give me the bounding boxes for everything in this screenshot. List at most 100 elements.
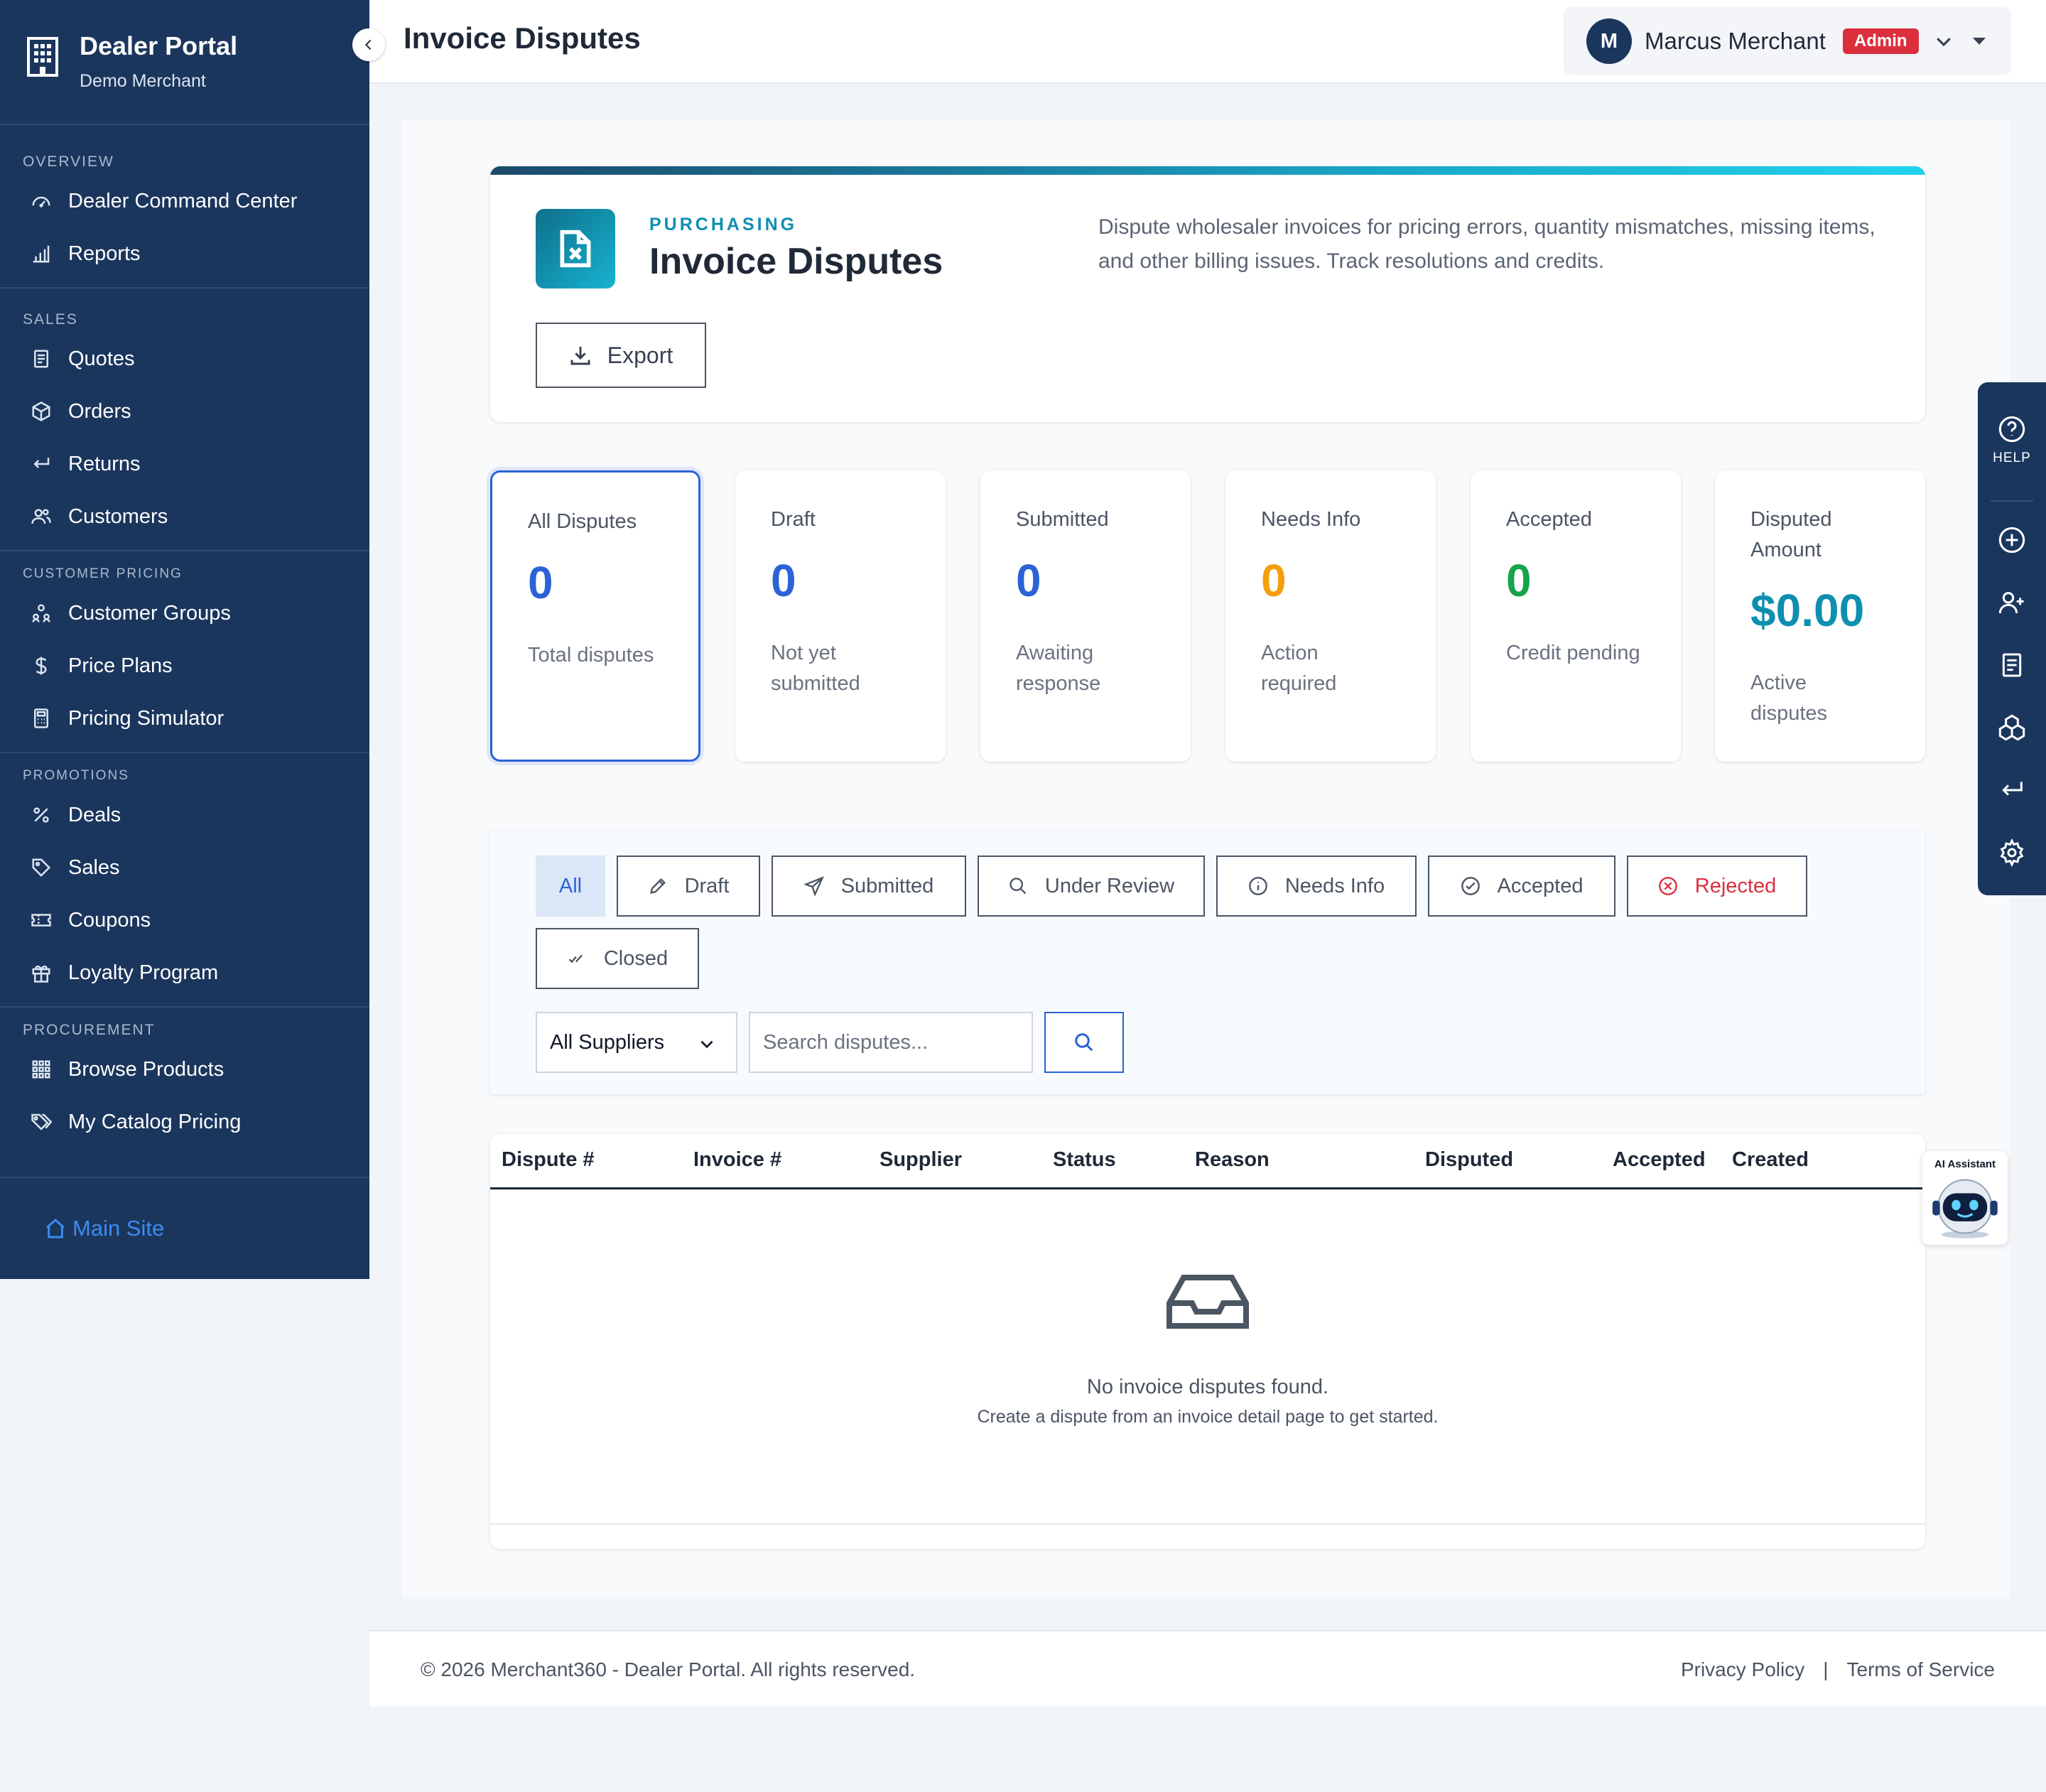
footer-separator: | bbox=[1823, 1658, 1829, 1680]
caret-down-icon[interactable] bbox=[1972, 38, 1986, 45]
stat-card-needs-info[interactable]: Needs Info 0 Action required bbox=[1225, 470, 1436, 762]
filter-tab-all[interactable]: All bbox=[536, 855, 605, 917]
user-name: Marcus Merchant bbox=[1645, 28, 1826, 54]
nav-group-sales: SALES Quotes Orders Returns Customers bbox=[0, 307, 369, 551]
rail-add-user-button[interactable] bbox=[1978, 588, 2046, 617]
info-icon bbox=[1249, 877, 1267, 895]
sidebar-item-browse-products[interactable]: Browse Products bbox=[0, 1043, 369, 1096]
sidebar-item-quotes[interactable]: Quotes bbox=[0, 333, 369, 385]
filter-tab-rejected[interactable]: Rejected bbox=[1627, 855, 1807, 917]
sidebar-item-command-center[interactable]: Dealer Command Center bbox=[0, 175, 369, 227]
column-header-accepted[interactable]: Accepted bbox=[1613, 1148, 1706, 1172]
sidebar-item-pricing-simulator[interactable]: Pricing Simulator bbox=[0, 692, 369, 745]
search-button[interactable] bbox=[1044, 1012, 1124, 1073]
page-footer: © 2026 Merchant360 - Dealer Portal. All … bbox=[369, 1630, 2046, 1707]
sidebar-item-deals[interactable]: Deals bbox=[0, 789, 369, 841]
stat-card-accepted[interactable]: Accepted 0 Credit pending bbox=[1471, 470, 1681, 762]
stat-label: Accepted bbox=[1506, 508, 1592, 531]
column-header-supplier[interactable]: Supplier bbox=[879, 1148, 962, 1172]
column-header-dispute[interactable]: Dispute # bbox=[502, 1148, 595, 1172]
rail-return-button[interactable] bbox=[1978, 776, 2046, 804]
filter-tab-label: Under Review bbox=[1044, 874, 1175, 897]
stat-sublabel: Action required bbox=[1261, 642, 1337, 695]
filter-tab-draft[interactable]: Draft bbox=[617, 855, 760, 917]
filter-panel: All Draft Submitted Under Review Needs I… bbox=[490, 831, 1925, 1094]
box-icon bbox=[32, 401, 50, 421]
column-header-created[interactable]: Created bbox=[1732, 1148, 1809, 1172]
sidebar-item-orders[interactable]: Orders bbox=[0, 385, 369, 438]
filter-tab-needs-info[interactable]: Needs Info bbox=[1216, 855, 1417, 917]
sidebar-item-coupons[interactable]: Coupons bbox=[0, 894, 369, 946]
hero-accent-bar bbox=[490, 166, 1925, 175]
stat-card-draft[interactable]: Draft 0 Not yet submitted bbox=[735, 470, 946, 762]
document-icon bbox=[2002, 653, 2022, 677]
rail-settings-button[interactable] bbox=[1978, 838, 2046, 867]
stat-label: Draft bbox=[771, 508, 816, 531]
privacy-policy-link[interactable]: Privacy Policy bbox=[1681, 1658, 1804, 1681]
filter-tab-submitted[interactable]: Submitted bbox=[772, 855, 966, 917]
column-header-invoice[interactable]: Invoice # bbox=[693, 1148, 781, 1172]
sidebar-item-label: Loyalty Program bbox=[68, 961, 219, 984]
sidebar-item-customers[interactable]: Customers bbox=[0, 490, 369, 543]
terms-of-service-link[interactable]: Terms of Service bbox=[1847, 1658, 1996, 1681]
filter-tab-closed[interactable]: Closed bbox=[536, 928, 699, 989]
user-menu[interactable]: M Marcus Merchant Admin bbox=[1564, 7, 2011, 75]
stat-value: $0.00 bbox=[1750, 585, 1865, 636]
rail-add-button[interactable] bbox=[1978, 526, 2046, 554]
empty-state-title: No invoice disputes found. bbox=[1086, 1376, 1329, 1398]
ai-assistant-button[interactable]: AI Assistant bbox=[1922, 1151, 2008, 1245]
column-header-disputed[interactable]: Disputed bbox=[1425, 1148, 1513, 1172]
main-site-label: Main Site bbox=[72, 1216, 165, 1241]
filter-tab-under-review[interactable]: Under Review bbox=[978, 855, 1205, 917]
footer-copyright: © 2026 Merchant360 - Dealer Portal. All … bbox=[421, 1658, 916, 1680]
stat-sublabel: Credit pending bbox=[1506, 642, 1640, 664]
rail-document-button[interactable] bbox=[1978, 651, 2046, 679]
brand[interactable]: Dealer Portal Demo Merchant bbox=[0, 0, 369, 125]
filter-tab-accepted[interactable]: Accepted bbox=[1428, 855, 1615, 917]
bar-chart-icon bbox=[33, 245, 50, 263]
sidebar-item-sales[interactable]: Sales bbox=[0, 841, 369, 894]
sidebar-collapse-button[interactable] bbox=[352, 28, 385, 61]
gift-icon bbox=[32, 965, 50, 983]
ticket-icon bbox=[31, 914, 51, 927]
sidebar-item-label: Customers bbox=[68, 504, 168, 528]
inbox-icon bbox=[1167, 1275, 1249, 1329]
search-icon bbox=[1010, 878, 1027, 895]
table-header: Dispute # Invoice # Supplier Status Reas… bbox=[490, 1134, 1925, 1189]
avatar: M bbox=[1586, 18, 1632, 64]
boxes-icon bbox=[1998, 714, 2025, 741]
stat-card-all-disputes[interactable]: All Disputes 0 Total disputes bbox=[490, 470, 700, 762]
rail-help-label: HELP bbox=[1993, 450, 2031, 465]
brand-subtitle: Demo Merchant bbox=[80, 71, 206, 91]
sidebar-item-reports[interactable]: Reports bbox=[0, 227, 369, 280]
disputes-table: Dispute # Invoice # Supplier Status Reas… bbox=[490, 1134, 1925, 1549]
stat-card-disputed-amount[interactable]: Disputed Amount $0.00 Active disputes bbox=[1715, 470, 1925, 762]
rail-help-button[interactable]: HELP bbox=[1978, 415, 2046, 466]
help-circle-icon bbox=[1998, 416, 2025, 443]
stat-value: 0 bbox=[771, 555, 796, 606]
supplier-select[interactable]: All Suppliers bbox=[536, 1012, 737, 1073]
sidebar-item-price-plans[interactable]: Price Plans bbox=[0, 639, 369, 692]
gear-icon bbox=[2000, 838, 2024, 867]
check-circle-icon bbox=[1461, 877, 1480, 895]
main-site-link[interactable]: Main Site bbox=[0, 1177, 369, 1279]
search-input[interactable] bbox=[749, 1012, 1033, 1073]
pencil-icon bbox=[649, 878, 666, 894]
sidebar-item-returns[interactable]: Returns bbox=[0, 438, 369, 490]
hero-icon-tile bbox=[536, 209, 615, 288]
users-icon bbox=[31, 509, 51, 524]
download-icon bbox=[570, 347, 590, 365]
sidebar-item-customer-groups[interactable]: Customer Groups bbox=[0, 587, 369, 639]
sidebar-item-label: Coupons bbox=[68, 908, 151, 932]
sidebar-item-my-catalog-pricing[interactable]: My Catalog Pricing bbox=[0, 1096, 369, 1148]
export-button[interactable]: Export bbox=[536, 323, 706, 388]
role-badge: Admin bbox=[1842, 28, 1919, 54]
column-header-reason[interactable]: Reason bbox=[1195, 1148, 1270, 1172]
sidebar-item-loyalty-program[interactable]: Loyalty Program bbox=[0, 946, 369, 999]
column-header-status[interactable]: Status bbox=[1053, 1148, 1116, 1172]
chevron-down-icon[interactable] bbox=[1933, 31, 1954, 52]
stat-card-submitted[interactable]: Submitted 0 Awaiting response bbox=[980, 470, 1191, 762]
rail-boxes-button[interactable] bbox=[1978, 713, 2046, 742]
gauge-icon bbox=[32, 196, 50, 207]
chevron-down-icon bbox=[700, 1040, 713, 1049]
